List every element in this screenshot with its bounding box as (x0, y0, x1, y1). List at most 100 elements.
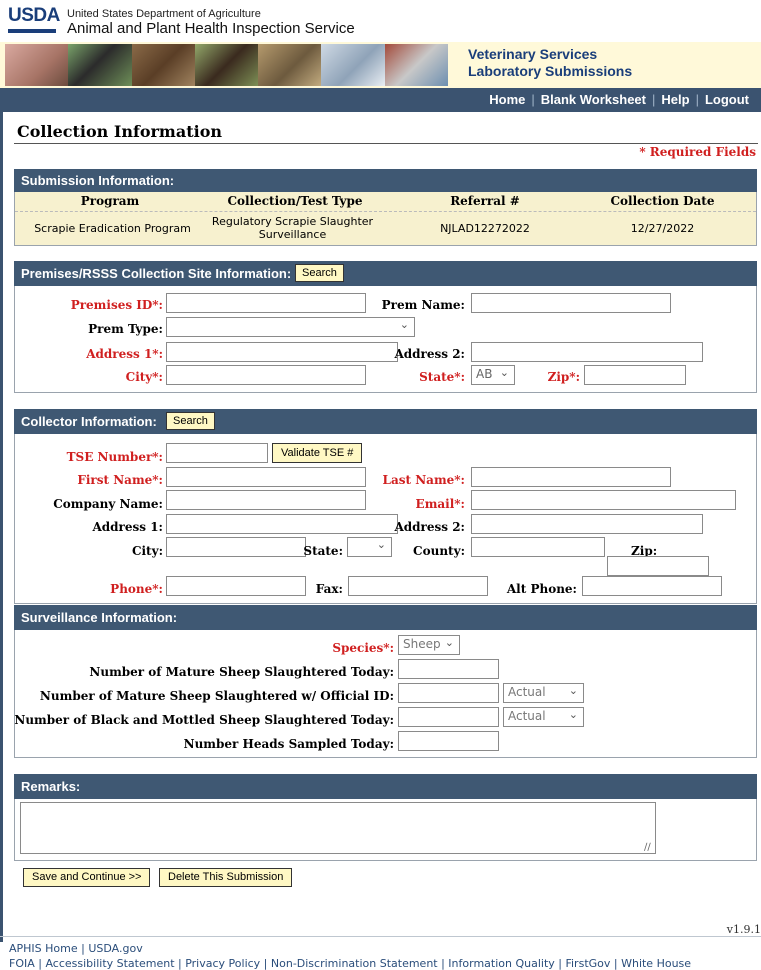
chevron-down-icon: ⌄ (568, 708, 578, 721)
address1-input[interactable] (166, 342, 398, 362)
cow-photo (68, 44, 132, 86)
pig-photo (5, 44, 69, 86)
city-input[interactable] (166, 365, 366, 385)
collector-city-label: City: (131, 544, 163, 558)
delete-submission-button[interactable]: Delete This Submission (159, 868, 293, 887)
black-mottled-actual-select[interactable]: Actual ⌄ (503, 707, 584, 727)
fax-label: Fax: (315, 582, 343, 596)
elk-photo (131, 44, 195, 86)
address1-label: Address 1*: (86, 347, 163, 361)
species-select-value: Sheep (403, 637, 441, 651)
premises-id-label: Premises ID*: (70, 298, 163, 312)
company-name-input[interactable] (166, 490, 366, 510)
nav-blank-worksheet-link[interactable]: Blank Worksheet (541, 92, 646, 107)
alt-phone-input[interactable] (582, 576, 722, 596)
save-continue-button[interactable]: Save and Continue >> (23, 868, 151, 887)
heads-sampled-label: Number Heads Sampled Today: (183, 737, 394, 751)
submission-section-title: Submission Information: (21, 173, 175, 188)
collector-city-input[interactable] (166, 537, 306, 557)
footer-links-secondary[interactable]: FOIA | Accessibility Statement | Privacy… (9, 957, 691, 970)
email-label: Email*: (415, 497, 465, 511)
tse-number-input[interactable] (166, 443, 268, 463)
cell-collection-date: 12/27/2022 (630, 222, 695, 235)
black-mottled-input[interactable] (398, 707, 499, 727)
collector-search-button[interactable]: Search (166, 412, 215, 430)
footer-links-primary[interactable]: APHIS Home | USDA.gov (9, 942, 143, 955)
fax-input[interactable] (348, 576, 488, 596)
premises-search-button[interactable]: Search (295, 264, 344, 282)
county-label: County: (413, 544, 465, 558)
zip-label: Zip*: (547, 370, 580, 384)
left-border (0, 112, 3, 942)
first-name-input[interactable] (166, 467, 366, 487)
county-input[interactable] (471, 537, 605, 557)
lynx-photo (258, 44, 322, 86)
mature-slaughtered-input[interactable] (398, 659, 499, 679)
nav-help-link[interactable]: Help (661, 92, 689, 107)
prem-type-label: Prem Type: (88, 322, 163, 336)
collector-state-select[interactable]: ⌄ (347, 537, 392, 557)
state-label: State*: (419, 370, 465, 384)
collector-section-title: Collector Information: (21, 414, 157, 429)
resize-grip-icon[interactable]: ∕∕ (644, 842, 651, 853)
phone-input[interactable] (166, 576, 306, 596)
email-input[interactable] (471, 490, 736, 510)
remarks-section-header: Remarks: (14, 774, 757, 799)
premises-id-input[interactable] (166, 293, 366, 313)
submission-section-header: Submission Information: (14, 169, 757, 192)
remarks-section-title: Remarks: (21, 779, 81, 794)
surveillance-section-header: Surveillance Information: (14, 605, 757, 630)
collector-address1-input[interactable] (166, 514, 398, 534)
service-title-line2: Laboratory Submissions (468, 63, 633, 79)
version-label: v1.9.1 (726, 923, 761, 936)
service-title: Veterinary Services Laboratory Submissio… (468, 46, 632, 80)
state-select[interactable]: AB ⌄ (471, 365, 515, 385)
heads-sampled-input[interactable] (398, 731, 499, 751)
mature-official-id-input[interactable] (398, 683, 499, 703)
cell-test-type-line2: Surveillance (258, 228, 327, 241)
species-label: Species*: (332, 641, 394, 655)
chevron-down-icon: ⌄ (444, 636, 454, 649)
collector-address2-label: Address 2: (394, 520, 465, 534)
prem-name-label: Prem Name: (381, 298, 465, 312)
mature-official-id-label: Number of Mature Sheep Slaughtered w/ Of… (39, 689, 394, 703)
zip-input[interactable] (584, 365, 686, 385)
submission-table-header: Program Collection/Test Type Referral # … (15, 192, 756, 212)
cell-referral: NJLAD12272022 (440, 222, 530, 235)
species-select[interactable]: Sheep ⌄ (398, 635, 460, 655)
table-row: Scrapie Eradication Program Regulatory S… (15, 212, 756, 245)
state-select-value: AB (476, 367, 493, 381)
chevron-down-icon: ⌄ (399, 318, 409, 331)
bison-photo (194, 44, 259, 86)
cell-test-type: Regulatory Scrapie Slaughter Surveillanc… (205, 215, 380, 241)
title-divider (14, 143, 758, 144)
address2-input[interactable] (471, 342, 703, 362)
address2-label: Address 2: (394, 347, 465, 361)
first-name-label: First Name*: (77, 473, 163, 487)
validate-tse-button[interactable]: Validate TSE # (272, 443, 363, 463)
col-collection-date: Collection Date (610, 194, 715, 208)
usda-logo[interactable]: USDA (8, 5, 60, 27)
nav-home-link[interactable]: Home (489, 92, 525, 107)
collector-address2-input[interactable] (471, 514, 703, 534)
last-name-input[interactable] (471, 467, 671, 487)
alt-phone-label: Alt Phone: (506, 582, 577, 596)
col-test-type: Collection/Test Type (227, 194, 363, 208)
nav-separator: | (652, 92, 656, 107)
prem-name-input[interactable] (471, 293, 671, 313)
premises-section-title: Premises/RSSS Collection Site Informatio… (21, 266, 292, 281)
nav-links: Home | Blank Worksheet | Help | Logout (489, 92, 749, 107)
nav-logout-link[interactable]: Logout (705, 92, 749, 107)
farm-photo (384, 44, 448, 86)
actual-select-value: Actual (508, 709, 546, 723)
department-name: United States Department of Agriculture (67, 8, 261, 20)
banner-photos (5, 44, 448, 86)
collector-zip-input[interactable] (607, 556, 709, 576)
col-referral: Referral # (450, 194, 520, 208)
col-program: Program (80, 194, 140, 208)
company-name-label: Company Name: (53, 497, 163, 511)
remarks-textarea[interactable] (20, 802, 656, 854)
prem-type-select[interactable]: ⌄ (166, 317, 415, 337)
page-title: Collection Information (17, 122, 222, 141)
official-id-actual-select[interactable]: Actual ⌄ (503, 683, 584, 703)
